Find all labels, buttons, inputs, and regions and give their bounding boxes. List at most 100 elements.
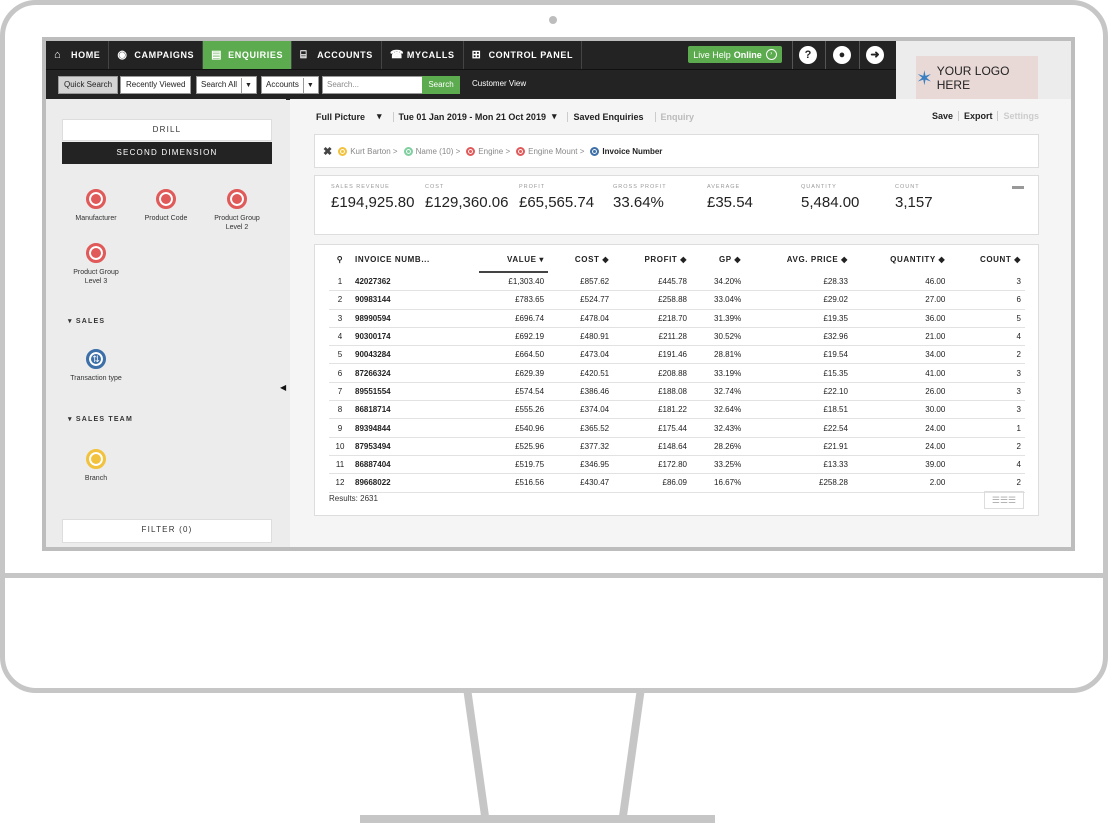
logout-icon[interactable]: ➜ — [866, 46, 884, 64]
nav-enquiries[interactable]: ▤ ENQUIRIES — [203, 41, 293, 69]
live-help-button[interactable]: Live Help Online › — [688, 46, 782, 63]
table-row[interactable]: 5 90043284 £664.50 £473.04 £191.46 28.81% £19.… — [329, 345, 1025, 365]
row-index: 9 — [329, 418, 351, 438]
breadcrumb-item[interactable]: Name (10) > — [403, 146, 460, 156]
clear-icon[interactable]: ✖ — [323, 145, 332, 158]
chevron-down-icon[interactable]: ▾ — [552, 111, 557, 122]
minimize-icon[interactable] — [1012, 186, 1024, 189]
dimension-circle-icon — [86, 189, 106, 209]
nav-home[interactable]: ⌂ HOME — [46, 41, 110, 69]
dimension-product-code[interactable]: Product Code — [134, 189, 198, 223]
save-button[interactable]: Save — [932, 111, 953, 121]
col-cost[interactable]: COST ◆ — [548, 247, 613, 272]
row-index: 5 — [329, 345, 351, 365]
app-screen: ⌂ HOME ◉ CAMPAIGNS ▤ ENQUIRIES ⌸ ACCOUNTS ☎ M… — [42, 37, 1075, 551]
recently-viewed-tab[interactable]: Recently Viewed — [120, 76, 192, 94]
search-scope-select[interactable]: Search All ▼ — [196, 76, 257, 94]
settings-button[interactable]: Settings — [1003, 111, 1039, 121]
table-row[interactable]: 10 87953494 £525.96 £377.32 £148.64 28.26% £21… — [329, 437, 1025, 456]
table-cell: £19.54 — [745, 345, 852, 365]
dimension-manufacturer[interactable]: Manufacturer — [64, 189, 128, 223]
view-toggle-icon[interactable]: ☰☰☰ — [984, 491, 1024, 509]
dimension-branch[interactable]: Branch — [64, 449, 128, 483]
stat-cost: COST £129,360.06 — [425, 184, 509, 211]
table-cell: 26.00 — [851, 382, 950, 402]
quick-search-tab[interactable]: Quick Search — [58, 76, 119, 94]
table-cell: £258.88 — [613, 290, 691, 310]
export-button[interactable]: Export — [964, 111, 993, 121]
table-cell: 3 — [949, 400, 1025, 420]
invoice-number-cell: 87953494 — [351, 437, 479, 456]
nav-divider — [859, 41, 860, 69]
table-cell: £28.33 — [745, 272, 852, 292]
date-range-picker[interactable]: Tue 01 Jan 2019 - Mon 21 Oct 2019 — [399, 112, 546, 122]
user-icon[interactable]: ● — [833, 46, 851, 64]
table-row[interactable]: 4 90300174 £692.19 £480.91 £211.28 30.52% £32.… — [329, 327, 1025, 347]
search-icon[interactable]: ⚲ — [329, 247, 351, 272]
nav-campaigns[interactable]: ◉ CAMPAIGNS — [109, 41, 204, 69]
table-cell: £29.02 — [745, 290, 852, 310]
nav-mycalls[interactable]: ☎ MYCALLS — [382, 41, 464, 69]
table-row[interactable]: 8 86818714 £555.26 £374.04 £181.22 32.64% £18.… — [329, 400, 1025, 420]
table-row[interactable]: 3 98990594 £696.74 £478.04 £218.70 31.39% £19.… — [329, 309, 1025, 328]
full-picture-select[interactable]: Full Picture — [316, 112, 365, 122]
stat-sales-revenue: SALES REVENUE £194,925.80 — [331, 184, 415, 211]
chevron-down-icon[interactable]: ▾ — [377, 111, 382, 122]
enquiry-toolbar: Full Picture ▾ Tue 01 Jan 2019 - Mon 21 … — [316, 111, 700, 122]
transaction-icon: ⇅ — [86, 349, 106, 369]
table-cell: 2 — [949, 473, 1025, 493]
saved-enquiries-link[interactable]: Saved Enquiries — [573, 112, 643, 122]
search-button[interactable]: Search — [422, 76, 460, 94]
table-cell: 28.81% — [691, 345, 746, 365]
col-value[interactable]: VALUE ▾ — [478, 247, 549, 273]
table-cell: £555.26 — [478, 400, 549, 420]
sales-section-toggle[interactable]: ▾ SALES — [68, 317, 105, 325]
col-count[interactable]: COUNT ◆ — [949, 247, 1025, 272]
chevron-down-icon: ▼ — [241, 78, 252, 94]
enquiry-link[interactable]: Enquiry — [661, 112, 695, 122]
table-row[interactable]: 6 87266324 £629.39 £420.51 £208.88 33.19% £15.… — [329, 363, 1025, 383]
table-row[interactable]: 2 90983144 £783.65 £524.77 £258.88 33.04% £29.… — [329, 290, 1025, 310]
nav-control-panel[interactable]: ⊞ CONTROL PANEL — [464, 41, 583, 69]
table-row[interactable]: 1 42027362 £1,303.40 £857.62 £445.78 34.20% £2… — [329, 272, 1025, 292]
table-row[interactable]: 9 89394844 £540.96 £365.52 £175.44 32.43% £22.… — [329, 418, 1025, 438]
row-index: 2 — [329, 290, 351, 310]
table-row[interactable]: 7 89551554 £574.54 £386.46 £188.08 32.74% £22.… — [329, 382, 1025, 402]
col-gp[interactable]: GP ◆ — [691, 247, 745, 272]
dimension-circle-icon — [338, 146, 348, 156]
table-row[interactable]: 11 86887404 £519.75 £346.95 £172.80 33.25% £13… — [329, 455, 1025, 475]
bank-icon: ⌸ — [300, 48, 308, 61]
drill-breadcrumb: ✖ Kurt Barton > Name (10) > Engine > Eng… — [314, 134, 1039, 168]
toolbar-divider — [567, 111, 569, 122]
customer-view-link[interactable]: Customer View — [472, 76, 526, 92]
second-dimension-button[interactable]: SECOND DIMENSION — [62, 142, 272, 164]
stand-base — [360, 815, 715, 823]
col-avg-price[interactable]: AVG. PRICE ◆ — [745, 247, 852, 272]
col-quantity[interactable]: QUANTITY ◆ — [852, 247, 949, 272]
breadcrumb-item[interactable]: Engine > — [466, 146, 510, 156]
dimension-circle-icon — [590, 146, 600, 156]
search-input[interactable]: Search... — [322, 76, 428, 94]
invoice-number-cell: 90983144 — [351, 290, 479, 310]
toolbar-divider — [392, 111, 394, 122]
table-row[interactable]: 12 89668022 £516.56 £430.47 £86.09 16.67% £258… — [329, 473, 1025, 493]
dimension-product-group-2[interactable]: Product Group Level 2 — [205, 189, 269, 232]
dimension-product-group-3[interactable]: Product Group Level 3 — [64, 243, 128, 286]
table-cell: £696.74 — [478, 309, 549, 328]
dimension-transaction-type[interactable]: ⇅ Transaction type — [64, 349, 128, 383]
collapse-panel-icon[interactable]: ◀ — [280, 383, 286, 392]
nav-accounts[interactable]: ⌸ ACCOUNTS — [292, 41, 382, 69]
breadcrumb-current: Invoice Number — [590, 146, 662, 156]
filter-button[interactable]: FILTER (0) — [62, 519, 272, 543]
drill-button[interactable]: DRILL — [62, 119, 272, 141]
dimension-circle-icon — [86, 243, 106, 263]
breadcrumb-item[interactable]: Kurt Barton > — [338, 146, 398, 156]
dimension-circle-icon — [516, 146, 526, 156]
col-profit[interactable]: PROFIT ◆ — [613, 247, 691, 272]
dimension-circle-icon — [227, 189, 247, 209]
accounts-select[interactable]: Accounts ▼ — [261, 76, 319, 94]
sales-team-section-toggle[interactable]: ▾ SALES TEAM — [68, 415, 133, 423]
help-icon[interactable]: ? — [799, 46, 817, 64]
breadcrumb-item[interactable]: Engine Mount > — [516, 146, 584, 156]
col-invoice-number[interactable]: INVOICE NUMB... — [351, 247, 479, 272]
